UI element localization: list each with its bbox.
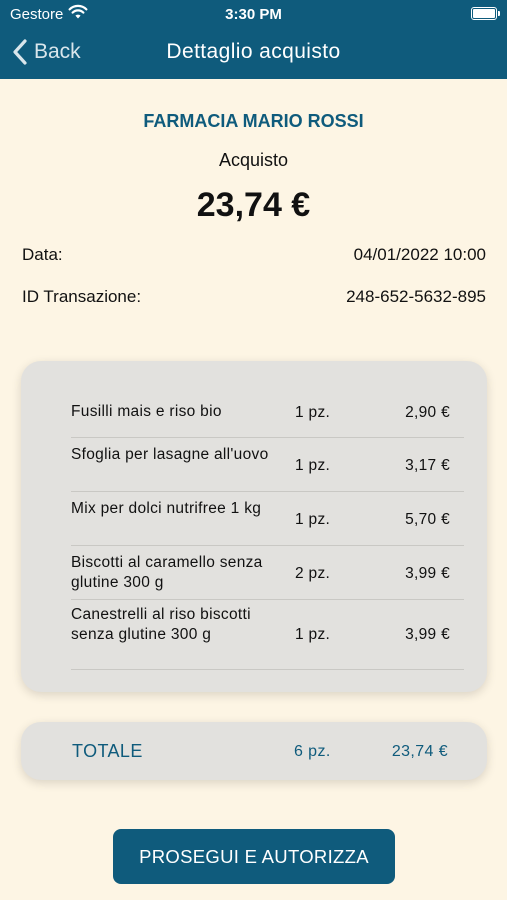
nav-header: Back Dettaglio acquisto (0, 28, 507, 78)
item-quantity: 2 pz. (295, 565, 331, 582)
item-name: Biscotti al caramello senza glutine 300 … (71, 554, 263, 591)
transaction-amount: 23,74 € (196, 186, 311, 224)
date-value: 04/01/2022 10:00 (353, 245, 486, 264)
item-quantity: 1 pz. (295, 626, 331, 643)
transaction-kind: Acquisto (218, 150, 289, 170)
item-name: Fusilli mais e riso bio (71, 403, 222, 420)
status-bar: Gestore 3:30 PM (0, 0, 507, 28)
item-name: Canestrelli al riso biscotti senza gluti… (71, 606, 251, 643)
item-price: 3,99 € (405, 626, 450, 643)
total-quantity: 6 pz. (294, 743, 331, 760)
total-label: TOTALE (72, 741, 143, 761)
list-item: Sfoglia per lasagne all'uovo 1 pz. 3,17 … (71, 438, 464, 492)
list-item: Biscotti al caramello senza glutine 300 … (71, 546, 464, 600)
transaction-id-label: ID Transazione: (22, 287, 142, 306)
page-title: Dettaglio acquisto (166, 40, 341, 63)
item-name: Sfoglia per lasagne all'uovo (71, 446, 269, 463)
item-price: 3,17 € (405, 457, 450, 474)
item-quantity: 1 pz. (295, 511, 331, 528)
items-card: Fusilli mais e riso bio 1 pz. 2,90 € Sfo… (21, 361, 487, 692)
item-price: 3,99 € (405, 565, 450, 582)
navigation-bar: Gestore 3:30 PM Back Dettaglio acquisto (0, 0, 507, 79)
item-name: Mix per dolci nutrifree 1 kg (71, 500, 262, 517)
total-card: TOTALE 6 pz. 23,74 € (21, 722, 487, 780)
item-quantity: 1 pz. (295, 404, 331, 421)
list-item: Canestrelli al riso biscotti senza gluti… (71, 600, 464, 670)
transaction-id-row: ID Transazione: 248-652-5632-895 (22, 287, 486, 307)
date-row: Data: 04/01/2022 10:00 (22, 245, 486, 265)
transaction-id-value: 248-652-5632-895 (346, 287, 486, 306)
item-price: 5,70 € (405, 511, 450, 528)
item-quantity: 1 pz. (295, 457, 331, 474)
date-label: Data: (22, 245, 63, 264)
battery-icon (471, 7, 500, 20)
item-price: 2,90 € (405, 404, 450, 421)
list-item: Mix per dolci nutrifree 1 kg 1 pz. 5,70 … (71, 492, 464, 546)
continue-authorize-button[interactable]: PROSEGUI E AUTORIZZA (113, 829, 395, 884)
total-amount: 23,74 € (391, 743, 448, 760)
shop-name: FARMACIA MARIO ROSSI (143, 111, 364, 131)
list-item: Fusilli mais e riso bio 1 pz. 2,90 € (71, 384, 464, 438)
clock: 3:30 PM (225, 6, 282, 23)
